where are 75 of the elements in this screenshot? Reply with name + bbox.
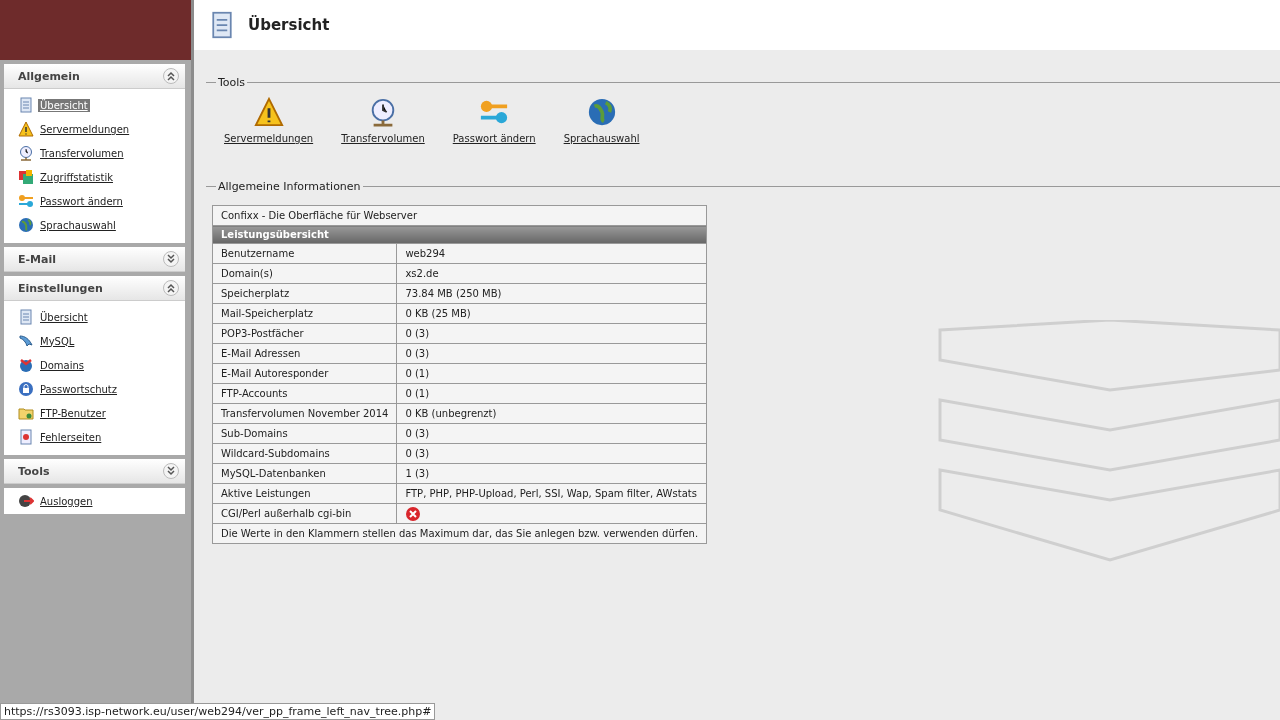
table-cell: 0 KB (unbegrenzt)	[396, 403, 707, 424]
table-cell: 1 (3)	[396, 463, 707, 484]
toggle-button[interactable]	[163, 463, 179, 479]
nav-link[interactable]: FTP-Benutzer	[38, 406, 108, 420]
table-cell: 0 KB (25 MB)	[396, 303, 707, 324]
nav-link[interactable]: Übersicht	[38, 310, 90, 324]
section-legend: Allgemeine Informationen	[216, 180, 363, 193]
table-cell: 0 (1)	[396, 363, 707, 384]
document-icon	[18, 97, 34, 113]
nav-link[interactable]: Fehlerseiten	[38, 430, 104, 444]
table-cell: Speicherplatz	[212, 283, 397, 304]
table-cell: 0 (3)	[396, 323, 707, 344]
panel-title: Allgemein	[18, 69, 80, 83]
nav-link[interactable]: Übersicht	[38, 98, 90, 112]
document-icon	[18, 309, 34, 325]
nav-link[interactable]: Zugriffstatistik	[38, 170, 115, 184]
table-cell: CGI/Perl außerhalb cgi-bin	[212, 503, 397, 524]
nav-link[interactable]: Passwortschutz	[38, 382, 119, 396]
chart-icon	[18, 169, 34, 185]
table-cell: Sub-Domains	[212, 423, 397, 444]
warning-icon	[18, 121, 34, 137]
toggle-button[interactable]	[163, 68, 179, 84]
panel-title: E-Mail	[18, 252, 56, 266]
table-cell: Aktive Leistungen	[212, 483, 397, 504]
table-cell: Domain(s)	[212, 263, 397, 284]
warning-icon	[253, 97, 284, 127]
table-caption: Confixx - Die Oberfläche für Webserver	[212, 205, 707, 226]
table-cell: POP3-Postfächer	[212, 323, 397, 344]
table-cell: 0 (3)	[396, 423, 707, 444]
collapse-icon	[166, 283, 176, 293]
table-cell: 0 (3)	[396, 343, 707, 364]
panel-title: Einstellungen	[18, 281, 103, 295]
nav-link[interactable]: Servermeldungen	[38, 122, 132, 136]
nav-link[interactable]: Passwort ändern	[38, 194, 125, 208]
panel-title: Tools	[18, 464, 50, 478]
table-cell: 0 (1)	[396, 383, 707, 404]
tool-link[interactable]: Sprachauswahl	[563, 97, 640, 144]
nav-link[interactable]: Transfervolumen	[38, 146, 126, 160]
toggle-button[interactable]	[163, 280, 179, 296]
status-bar: https://rs3093.isp-network.eu/user/web294/ver_pp_frame_left_nav_tree.php#	[0, 703, 436, 720]
logout-link[interactable]: Ausloggen	[38, 494, 95, 508]
logout-icon	[18, 493, 34, 509]
tool-link[interactable]: Passwort ändern	[452, 97, 536, 144]
nav-link[interactable]: Sprachauswahl	[38, 218, 118, 232]
table-cell: web294	[396, 243, 707, 264]
table-cell: Benutzername	[212, 243, 397, 264]
tool-link[interactable]: Transfervolumen	[341, 97, 425, 144]
globe-icon	[18, 217, 34, 233]
globe-icon	[18, 357, 34, 373]
table-note: Die Werte in den Klammern stellen das Maximum dar, das Sie anlegen bzw. verwenden dürfen.	[212, 523, 707, 544]
table-cell: xs2.de	[396, 263, 707, 284]
table-cell: MySQL-Datenbanken	[212, 463, 397, 484]
section-legend: Tools	[216, 76, 248, 89]
page-title: Übersicht	[248, 16, 330, 34]
table-cell: FTP, PHP, PHP-Upload, Perl, SSI, Wap, Spam filter, AWstats	[396, 483, 707, 504]
table-cell: 0 (3)	[396, 443, 707, 464]
table-cell: Transfervolumen November 2014	[212, 403, 397, 424]
folder-icon	[18, 405, 34, 421]
clock-icon	[18, 145, 34, 161]
tool-link[interactable]: Servermeldungen	[224, 97, 314, 144]
expand-icon	[166, 254, 176, 264]
error-page-icon	[18, 429, 34, 445]
collapse-icon	[166, 71, 176, 81]
toggle-button[interactable]	[163, 251, 179, 267]
table-cell: FTP-Accounts	[212, 383, 397, 404]
expand-icon	[166, 466, 176, 476]
globe-icon	[586, 97, 617, 127]
table-cell: E-Mail Adressen	[212, 343, 397, 364]
nav-link[interactable]: MySQL	[38, 334, 77, 348]
table-cell: E-Mail Autoresponder	[212, 363, 397, 384]
table-cell: 73.84 MB (250 MB)	[396, 283, 707, 304]
table-cell: Wildcard-Subdomains	[212, 443, 397, 464]
lock-icon	[18, 381, 34, 397]
table-cell: Mail-Speicherplatz	[212, 303, 397, 324]
nav-link[interactable]: Domains	[38, 358, 86, 372]
